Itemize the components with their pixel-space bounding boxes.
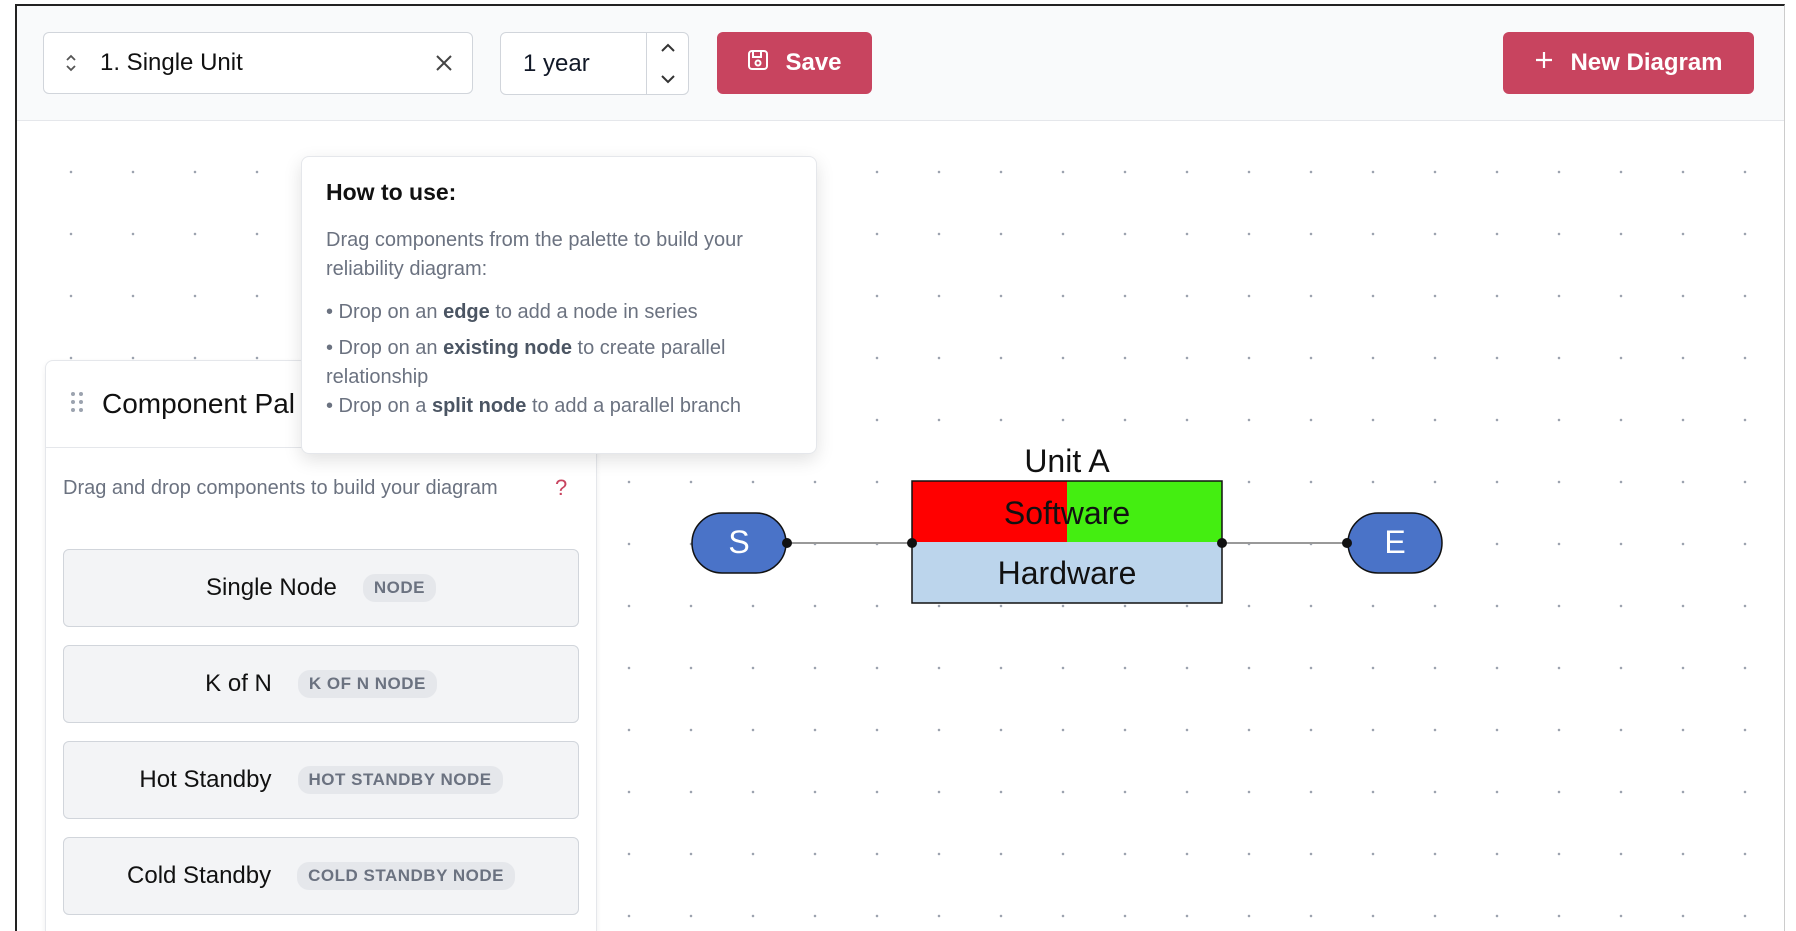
tooltip-line-existing-node: • Drop on an existing node to create par…	[326, 334, 792, 392]
end-handle[interactable]	[1342, 538, 1352, 548]
tooltip-bold: split node	[431, 395, 527, 417]
help-button[interactable]: ?	[555, 475, 567, 501]
unit-title: Unit A	[1024, 443, 1110, 479]
tooltip-bold: existing node	[443, 337, 572, 359]
tooltip-line-edge: • Drop on an edge to add a node in serie…	[326, 298, 792, 327]
palette-item-single-node[interactable]: Single Node NODE	[63, 549, 579, 627]
palette-item-name: Hot Standby	[139, 766, 272, 793]
hardware-label: Hardware	[998, 555, 1137, 591]
unit-in-handle[interactable]	[907, 538, 917, 548]
tooltip-body: Drag components from the palette to buil…	[326, 229, 743, 280]
palette-item-name: Cold Standby	[127, 862, 272, 889]
palette-item-tag: K OF N NODE	[297, 670, 437, 698]
start-node-label: S	[728, 524, 749, 560]
tooltip-text: to add a node in series	[489, 301, 698, 323]
help-tooltip: How to use: Drag components from the pal…	[301, 156, 817, 454]
palette-item-tag: HOT STANDBY NODE	[297, 766, 503, 794]
tooltip-text: • Drop on an	[326, 337, 444, 359]
palette-item-tag: COLD STANDBY NODE	[297, 862, 515, 890]
drag-handle-icon[interactable]	[70, 390, 84, 419]
software-label: Software	[1004, 495, 1130, 531]
palette-item-name: Single Node	[206, 574, 337, 601]
tooltip-line-split-node: • Drop on a split node to add a parallel…	[326, 392, 792, 421]
palette-hint: Drag and drop components to build your d…	[63, 477, 498, 499]
tooltip-text: to add a parallel branch	[526, 395, 741, 417]
tooltip-bold: edge	[443, 301, 490, 323]
palette-item-name: K of N	[205, 670, 272, 697]
unit-out-handle[interactable]	[1217, 538, 1227, 548]
start-handle[interactable]	[782, 538, 792, 548]
palette-item-cold-standby[interactable]: Cold Standby COLD STANDBY NODE	[63, 837, 579, 915]
tooltip-title: How to use:	[326, 179, 457, 205]
palette-title: Component Pal	[102, 388, 296, 419]
tooltip-text: • Drop on a	[326, 395, 432, 417]
palette-item-hot-standby[interactable]: Hot Standby HOT STANDBY NODE	[63, 741, 579, 819]
palette-item-k-of-n[interactable]: K of N K OF N NODE	[63, 645, 579, 723]
palette-item-tag: NODE	[362, 574, 436, 602]
end-node-label: E	[1384, 524, 1405, 560]
app-frame: 1. Single Unit 1 year Save New Diagram S…	[15, 4, 1785, 931]
tooltip-text: • Drop on an	[326, 301, 444, 323]
